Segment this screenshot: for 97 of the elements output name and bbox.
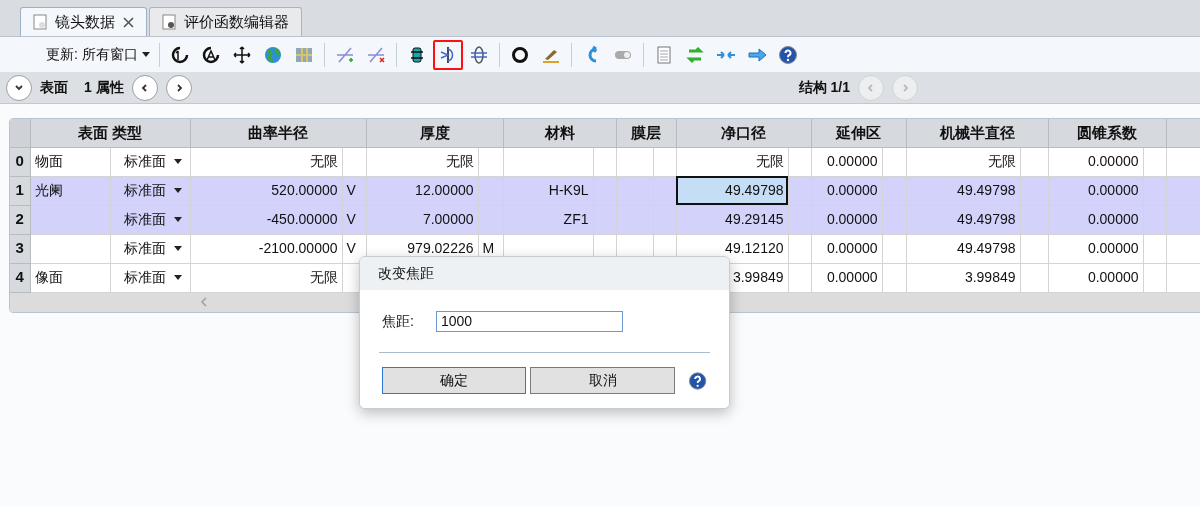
column-header: 机械半直径 bbox=[906, 119, 1048, 147]
mechanical-diameter-cell: 49.49798 bbox=[957, 182, 1016, 198]
row-number: 3 bbox=[15, 239, 24, 257]
material-cell: H-K9L bbox=[548, 182, 589, 198]
extension-cell: 0.00000 bbox=[826, 182, 878, 198]
caret-icon bbox=[173, 246, 182, 251]
extension-cell: 0.00000 bbox=[826, 269, 878, 285]
mechanical-diameter-cell: 49.49798 bbox=[957, 211, 1016, 227]
conic-cell: 0.00000 bbox=[1087, 153, 1139, 169]
lens-icon bbox=[468, 44, 489, 65]
chevron-right-icon bbox=[900, 82, 910, 93]
radius-cell: 520.00000 bbox=[271, 182, 338, 198]
dropdown-button[interactable] bbox=[6, 74, 32, 101]
thickness-cell: 无限 bbox=[445, 153, 474, 169]
row-number: 0 bbox=[15, 152, 24, 170]
conic-cell: 0.00000 bbox=[1087, 240, 1139, 256]
field-label: 焦距: bbox=[382, 311, 414, 331]
table-row[interactable]: 2 标准面 -450.00000 V 7.00000 ZF1 49.29145 0.00000 49.49798 0.00000 bbox=[10, 205, 1200, 234]
tab[interactable]: 镜头数据 bbox=[20, 7, 147, 36]
radius-cell: -450.00000 bbox=[266, 211, 338, 227]
surface-type[interactable]: 标准面 bbox=[123, 238, 166, 259]
clear-aperture-cell: 49.49798 bbox=[725, 182, 784, 198]
property-label: 1 属性 bbox=[84, 78, 124, 97]
move-icon bbox=[231, 44, 252, 65]
solve-cell: M bbox=[482, 240, 495, 256]
circle-icon bbox=[509, 44, 530, 65]
close-icon[interactable] bbox=[123, 16, 134, 28]
caret-icon bbox=[173, 159, 182, 164]
previous-button[interactable] bbox=[131, 74, 158, 101]
column-header: 厚度 bbox=[366, 119, 503, 147]
solve-cell: V bbox=[346, 182, 356, 198]
row-number: 1 bbox=[15, 181, 24, 199]
solve-cell: V bbox=[346, 211, 356, 227]
cancel-button[interactable]: 取消 bbox=[530, 367, 675, 394]
toolbar-button[interactable] bbox=[432, 39, 463, 70]
extension-cell: 0.00000 bbox=[826, 240, 878, 256]
refresh-icon bbox=[200, 44, 221, 65]
tab[interactable]: 评价函数编辑器 bbox=[149, 7, 302, 36]
surface-comment: 像面 bbox=[34, 269, 63, 285]
thickness-cell: 979.02226 bbox=[407, 240, 474, 256]
table-row[interactable]: 0 物面 标准面 无限 无限 无限 0.00000 无限 0.00000 bbox=[10, 147, 1200, 176]
update-dropdown[interactable]: 更新: 所有窗口 bbox=[46, 44, 154, 65]
column-header: 表面 类型 bbox=[30, 119, 190, 147]
radius-cell: 无限 bbox=[309, 269, 338, 285]
column-header: 净口径 bbox=[676, 119, 811, 147]
extension-cell: 0.00000 bbox=[826, 153, 878, 169]
radius-cell: -2100.00000 bbox=[258, 240, 338, 256]
conic-cell: 0.00000 bbox=[1087, 182, 1139, 198]
document-icon bbox=[33, 14, 47, 30]
surface-label: 表面 bbox=[40, 78, 68, 97]
caret-icon bbox=[141, 52, 150, 57]
column-header: 曲率半径 bbox=[190, 119, 366, 147]
focal-length-field[interactable]: 1000 bbox=[435, 310, 623, 332]
clear-aperture-cell: 49.12120 bbox=[725, 240, 784, 256]
surface-comment: 物面 bbox=[34, 153, 63, 169]
help-icon bbox=[777, 44, 798, 65]
material-cell: ZF1 bbox=[563, 211, 589, 227]
column-header: 圆锥系数 bbox=[1048, 119, 1166, 147]
extension-cell: 0.00000 bbox=[826, 211, 878, 227]
ok-button[interactable]: 确定 bbox=[382, 367, 527, 394]
chevron-down-icon bbox=[14, 82, 24, 93]
caret-icon bbox=[173, 217, 182, 222]
chevron-left-icon bbox=[866, 82, 876, 93]
mechanical-diameter-cell: 3.99849 bbox=[964, 269, 1016, 285]
chevron-left-icon bbox=[139, 82, 150, 93]
surface-type[interactable]: 标准面 bbox=[123, 151, 166, 172]
conic-cell: 0.00000 bbox=[1087, 269, 1139, 285]
clear-aperture-cell: 无限 bbox=[755, 153, 784, 169]
row-number: 2 bbox=[15, 210, 24, 228]
column-header: 材料 bbox=[503, 119, 616, 147]
row-number: 4 bbox=[15, 268, 24, 286]
surface-type[interactable]: 标准面 bbox=[123, 209, 166, 230]
mechanical-diameter-cell: 无限 bbox=[987, 153, 1016, 169]
help-icon[interactable] bbox=[687, 370, 707, 391]
caret-icon bbox=[173, 275, 182, 280]
conic-cell: 0.00000 bbox=[1087, 211, 1139, 227]
surface-type[interactable]: 标准面 bbox=[123, 180, 166, 201]
caret-icon bbox=[173, 188, 182, 193]
document-icon bbox=[162, 14, 176, 30]
radius-cell: 无限 bbox=[309, 153, 338, 169]
refresh-icon bbox=[169, 44, 190, 65]
surface-type[interactable]: 标准面 bbox=[123, 267, 166, 288]
configuration-label: 结构 1/1 bbox=[798, 78, 850, 97]
next-button[interactable] bbox=[165, 74, 192, 101]
clear-aperture-cell: 49.29145 bbox=[725, 211, 784, 227]
mechanical-diameter-cell: 49.49798 bbox=[957, 240, 1016, 256]
column-header: 膜层 bbox=[616, 119, 676, 147]
dialog-title: 改变焦距 bbox=[378, 264, 434, 283]
column-header: 延伸区 bbox=[811, 119, 906, 147]
surface-comment: 光阑 bbox=[34, 182, 63, 198]
globe-icon bbox=[262, 44, 283, 65]
thickness-cell: 7.00000 bbox=[422, 211, 474, 227]
solve-cell: V bbox=[346, 240, 356, 256]
thickness-cell: 12.00000 bbox=[415, 182, 474, 198]
clear-aperture-cell: 3.99849 bbox=[732, 269, 784, 285]
swap-arrows-icon bbox=[684, 44, 705, 65]
table-row[interactable]: 1 光阑 标准面 520.00000 V 12.00000 H-K9L 49.49798 0.00000 49.49798 0.00000 bbox=[10, 176, 1200, 205]
